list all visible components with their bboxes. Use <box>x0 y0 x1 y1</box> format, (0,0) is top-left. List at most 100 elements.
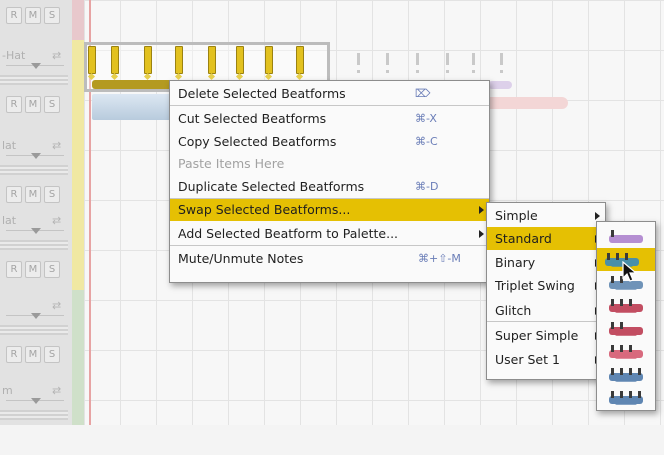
context-menu-item[interactable]: Swap Selected Beatforms... <box>170 198 489 221</box>
swap-submenu-item[interactable]: User Set 1 <box>487 348 605 371</box>
record-button[interactable]: R <box>6 96 22 113</box>
rms-buttons: RMS <box>6 186 60 203</box>
solo-button[interactable]: S <box>44 346 60 363</box>
mute-button[interactable]: M <box>25 96 41 113</box>
track-level-meter <box>0 165 68 175</box>
track-name: lat <box>2 139 17 152</box>
ghost-note <box>500 53 503 65</box>
mute-button[interactable]: M <box>25 261 41 278</box>
rms-buttons: RMS <box>6 261 60 278</box>
solo-button[interactable]: S <box>44 7 60 24</box>
menu-item-label: Triplet Swing <box>495 278 575 293</box>
ghost-note-handle <box>472 70 475 73</box>
menu-item-label: Cut Selected Beatforms <box>178 111 327 126</box>
ghost-note-handle <box>500 70 503 73</box>
menu-item-shortcut: ⌘-X <box>415 112 437 125</box>
context-menu: Delete Selected Beatforms ⌦ Cut Selected B… <box>169 80 490 283</box>
volume-slider-knob[interactable] <box>31 63 41 69</box>
context-menu-item[interactable]: Copy Selected Beatforms ⌘-C <box>170 130 489 153</box>
track-header: lat ⇄ R M S <box>0 205 72 285</box>
menu-item-label: Add Selected Beatform to Palette... <box>178 226 399 241</box>
swap-submenu-item[interactable]: Simple <box>487 204 605 227</box>
beatform-note[interactable] <box>175 46 183 74</box>
beatform-note[interactable] <box>144 46 152 74</box>
solo-button[interactable]: S <box>44 186 60 203</box>
volume-slider-knob[interactable] <box>31 398 41 404</box>
beatform-blue-bar[interactable] <box>92 94 172 120</box>
volume-slider-knob[interactable] <box>31 313 41 319</box>
swap-submenu-item[interactable]: Standard <box>487 227 605 250</box>
beatform-red-icon <box>609 299 643 313</box>
submenu-arrow-icon <box>479 206 484 214</box>
context-menu-item[interactable]: Mute/Unmute Notes ⌘+⇧-M <box>170 247 489 270</box>
menu-item-label: Duplicate Selected Beatforms <box>178 179 365 194</box>
ghost-note <box>386 53 389 65</box>
mouse-cursor-icon <box>622 261 638 282</box>
palette-beatform-item[interactable] <box>601 363 649 386</box>
menu-separator <box>170 245 489 246</box>
palette-beatform-item[interactable] <box>601 317 649 340</box>
beatform-note[interactable] <box>236 46 244 74</box>
swap-track-icon[interactable]: ⇄ <box>52 214 61 227</box>
ghost-note <box>416 53 419 65</box>
swap-track-icon[interactable]: ⇄ <box>52 139 61 152</box>
palette-beatform-item[interactable] <box>601 294 649 317</box>
track-name: m <box>2 384 13 397</box>
beatform-violet-icon <box>609 230 643 243</box>
track-color-segment <box>72 40 84 130</box>
volume-slider-knob[interactable] <box>31 153 41 159</box>
menu-item-label: Paste Items Here <box>178 156 285 171</box>
beatform-pink-icon <box>609 345 643 359</box>
ghost-note-handle <box>416 70 419 73</box>
rms-buttons: RMS <box>6 7 60 24</box>
ghost-note-handle <box>446 70 449 73</box>
mute-button[interactable]: M <box>25 186 41 203</box>
volume-slider-knob[interactable] <box>31 228 41 234</box>
mute-button[interactable]: M <box>25 7 41 24</box>
track-level-meter <box>0 75 68 85</box>
swap-track-icon[interactable]: ⇄ <box>52 299 61 312</box>
context-menu-item[interactable]: Cut Selected Beatforms ⌘-X <box>170 107 489 130</box>
palette-beatform-item[interactable] <box>601 225 649 248</box>
context-menu-item[interactable]: Add Selected Beatform to Palette... <box>170 222 489 245</box>
record-button[interactable]: R <box>6 186 22 203</box>
swap-submenu-item[interactable]: Binary <box>487 251 605 274</box>
swap-submenu-item[interactable]: Super Simple <box>487 324 605 347</box>
menu-item-label: Standard <box>495 231 552 246</box>
menu-item-label: Swap Selected Beatforms... <box>178 202 351 217</box>
track-header: lat ⇄ R M S <box>0 130 72 210</box>
solo-button[interactable]: S <box>44 261 60 278</box>
record-button[interactable]: R <box>6 261 22 278</box>
beatform-blue-multi-icon <box>609 368 643 382</box>
beatform-note[interactable] <box>296 46 304 74</box>
menu-item-label: Mute/Unmute Notes <box>178 251 304 266</box>
track-header: ⇄ R M S <box>0 290 72 370</box>
swap-track-icon[interactable]: ⇄ <box>52 384 61 397</box>
ghost-note <box>446 53 449 65</box>
beatform-violet-bar[interactable] <box>488 81 512 89</box>
palette-beatform-item[interactable] <box>601 386 649 409</box>
swap-submenu-item[interactable]: Glitch <box>487 299 605 322</box>
beatform-note[interactable] <box>208 46 216 74</box>
context-menu-item[interactable]: Duplicate Selected Beatforms ⌘-D <box>170 175 489 198</box>
mute-button[interactable]: M <box>25 346 41 363</box>
track-header-panel: R M S -Hat ⇄ R M Slat ⇄ R M Slat ⇄ R M S ⇄ R M Sm ⇄ <box>0 0 73 425</box>
beatform-note[interactable] <box>88 46 96 74</box>
beatform-note[interactable] <box>111 46 119 74</box>
swap-submenu-item[interactable]: Triplet Swing <box>487 274 605 297</box>
palette-beatform-item[interactable] <box>601 340 649 363</box>
track-color-segment <box>72 375 84 425</box>
swap-submenu: Simple Standard Binary Triplet Swing Glitch S… <box>486 202 606 380</box>
record-button[interactable]: R <box>6 7 22 24</box>
track-color-segment <box>72 130 84 205</box>
beatform-note[interactable] <box>265 46 273 74</box>
context-menu-item: Paste Items Here <box>170 152 489 175</box>
solo-button[interactable]: S <box>44 96 60 113</box>
context-menu-item[interactable]: Delete Selected Beatforms ⌦ <box>170 82 489 105</box>
track-name: -Hat <box>2 49 26 62</box>
ghost-note <box>472 53 475 65</box>
swap-track-icon[interactable]: ⇄ <box>52 49 61 62</box>
record-button[interactable]: R <box>6 346 22 363</box>
track-level-meter <box>0 240 68 250</box>
track-header: -Hat ⇄ R M S <box>0 40 72 120</box>
